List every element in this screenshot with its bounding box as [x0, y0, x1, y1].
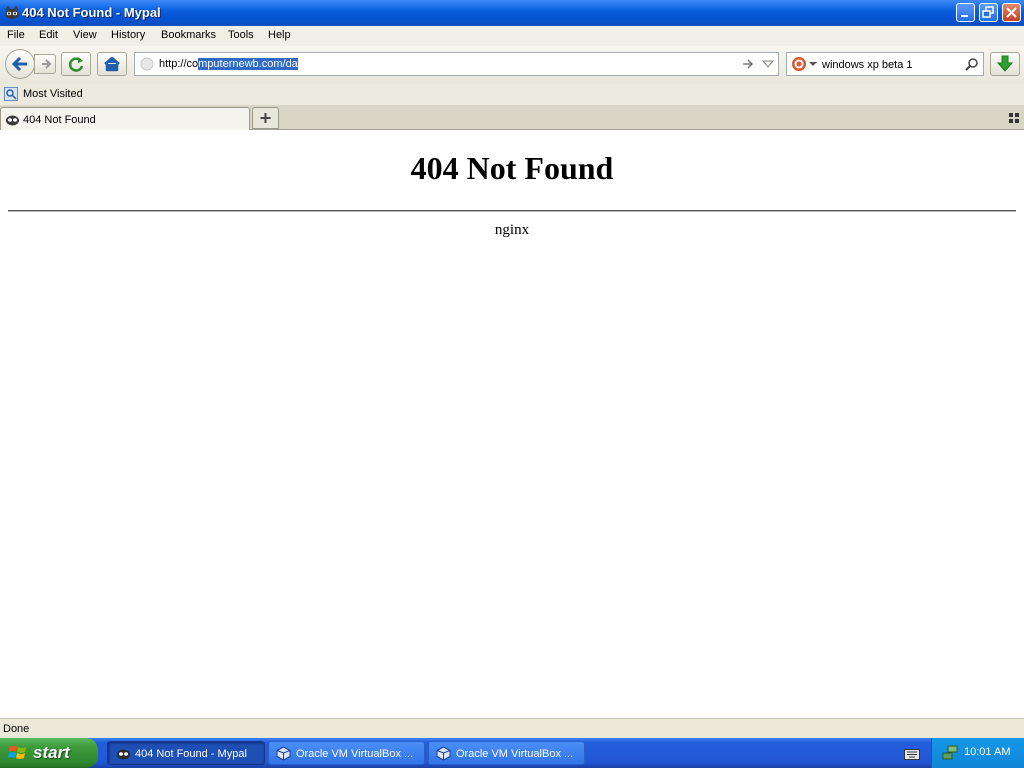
url-selected-text: mputernewb.com/da: [198, 58, 298, 70]
status-bar: Done: [0, 718, 1024, 738]
network-tray-icon[interactable]: [942, 744, 958, 760]
minimize-icon: [961, 15, 968, 17]
start-label: start: [33, 743, 70, 762]
site-identity-icon: [140, 57, 154, 71]
engine-dropdown-icon[interactable]: [809, 62, 817, 67]
close-button[interactable]: [1002, 3, 1021, 22]
most-visited-icon: [4, 87, 18, 101]
mypal-logo-icon: [5, 5, 19, 19]
forward-button[interactable]: [34, 54, 56, 74]
home-icon: [104, 56, 120, 72]
title-bar[interactable]: 404 Not Found - Mypal: [0, 0, 1024, 26]
back-arrow-icon: [11, 56, 27, 72]
url-input[interactable]: http://computernewb.com/da: [159, 58, 298, 70]
taskbar-item-label: Oracle VM VirtualBox ...: [296, 748, 414, 760]
windows-logo-icon: [8, 746, 26, 759]
server-name: nginx: [494, 222, 530, 238]
keyboard-language-icon[interactable]: [904, 747, 920, 760]
tab-list-icon[interactable]: [1009, 113, 1019, 123]
download-arrow-icon: [996, 55, 1014, 72]
mypal-task-icon: [117, 749, 130, 760]
page-heading: 404 Not Found: [410, 150, 614, 186]
menu-bar: File Edit View History Bookmarks Tools H…: [0, 26, 1024, 46]
taskbar-item-label: Oracle VM VirtualBox ...: [456, 748, 574, 760]
taskbar-item-mypal[interactable]: 404 Not Found - Mypal: [107, 741, 265, 765]
menu-bookmarks[interactable]: Bookmarks: [161, 29, 216, 41]
close-icon: [1006, 7, 1017, 18]
virtualbox-icon: [436, 746, 451, 761]
taskbar-item-virtualbox-1[interactable]: Oracle VM VirtualBox ...: [268, 741, 425, 765]
tab-label: 404 Not Found: [23, 114, 96, 126]
plus-icon: [260, 113, 271, 123]
forward-arrow-icon: [42, 59, 52, 69]
navigation-toolbar: http://computernewb.com/da windows xp be…: [0, 46, 1024, 84]
search-bar[interactable]: windows xp beta 1: [786, 52, 984, 76]
menu-history[interactable]: History: [111, 29, 145, 41]
menu-help[interactable]: Help: [268, 29, 291, 41]
taskbar-item-virtualbox-2[interactable]: Oracle VM VirtualBox ...: [428, 741, 585, 765]
search-input[interactable]: windows xp beta 1: [822, 59, 913, 71]
menu-tools[interactable]: Tools: [228, 29, 254, 41]
url-bar[interactable]: http://computernewb.com/da: [134, 52, 779, 76]
system-tray: 10:01 AM: [931, 738, 1024, 768]
taskbar-item-label: 404 Not Found - Mypal: [135, 748, 247, 760]
taskbar: start 404 Not Found - Mypal Oracle VM Vi…: [0, 738, 1024, 768]
restore-button[interactable]: [979, 3, 998, 22]
virtualbox-icon: [276, 746, 291, 761]
duckduckgo-engine-icon[interactable]: [791, 56, 807, 72]
status-text: Done: [3, 723, 30, 735]
tab-active[interactable]: 404 Not Found: [0, 107, 250, 130]
clock[interactable]: 10:01 AM: [964, 746, 1010, 758]
restore-icon: [982, 6, 994, 18]
start-button[interactable]: start: [0, 738, 98, 768]
home-button[interactable]: [97, 52, 127, 76]
go-arrow-icon[interactable]: [741, 58, 755, 70]
window-title: 404 Not Found - Mypal: [22, 5, 161, 20]
reload-icon: [68, 57, 84, 72]
downloads-button[interactable]: [990, 52, 1020, 76]
tab-bar: 404 Not Found: [0, 105, 1024, 130]
back-button[interactable]: [5, 49, 35, 79]
menu-edit[interactable]: Edit: [39, 29, 58, 41]
divider: [8, 210, 1016, 212]
menu-file[interactable]: File: [7, 29, 25, 41]
mypal-tab-icon: [6, 115, 19, 126]
reload-button[interactable]: [61, 52, 91, 76]
menu-view[interactable]: View: [73, 29, 97, 41]
most-visited-link[interactable]: Most Visited: [23, 88, 83, 100]
bookmarks-toolbar: Most Visited: [0, 84, 1024, 105]
search-icon[interactable]: [965, 57, 979, 71]
new-tab-button[interactable]: [252, 107, 279, 129]
minimize-button[interactable]: [956, 3, 975, 22]
url-dropdown-icon[interactable]: [762, 60, 774, 68]
page-content: 404 Not Found nginx: [0, 130, 1024, 718]
url-prefix: http://co: [159, 58, 199, 70]
